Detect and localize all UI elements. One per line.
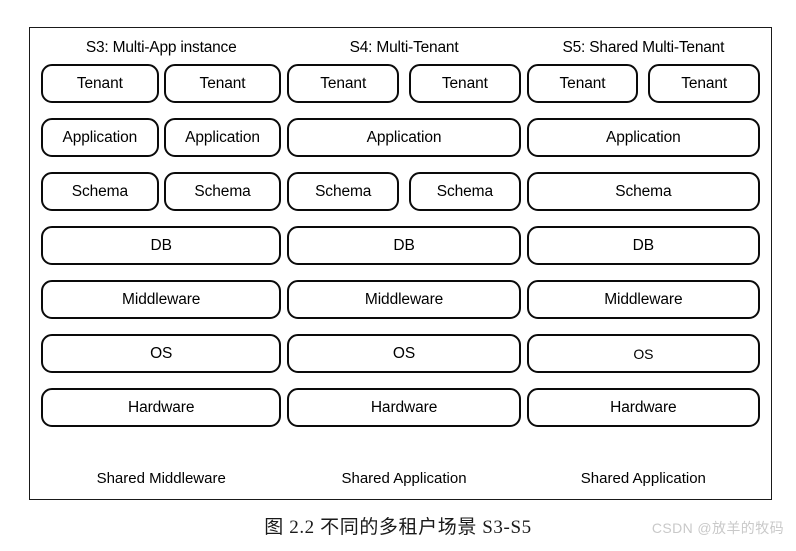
csdn-watermark: CSDN @放羊的牧码	[651, 520, 784, 536]
row-hardware-s3: Hardware	[41, 388, 282, 427]
box-db: DB	[41, 226, 282, 265]
row-os-s4: OS	[287, 334, 521, 373]
box-schema: Schema	[526, 172, 760, 211]
row-middleware-s4: Middleware	[287, 280, 521, 319]
row-application-s3: Application Application	[41, 118, 282, 157]
row-schema-s5: Schema	[526, 172, 760, 211]
box-schema: Schema	[287, 172, 400, 211]
box-schema: Schema	[163, 172, 282, 211]
box-application: Application	[287, 118, 521, 157]
box-tenant: Tenant	[526, 64, 639, 103]
box-application: Application	[163, 118, 282, 157]
row-tenant-s4: Tenant Tenant	[287, 64, 521, 103]
box-middleware: Middleware	[41, 280, 282, 319]
row-db-s5: DB	[526, 226, 760, 265]
box-application: Application	[526, 118, 760, 157]
box-middleware: Middleware	[526, 280, 760, 319]
box-hardware: Hardware	[287, 388, 521, 427]
row-os-s3: OS	[41, 334, 282, 373]
row-application-s5: Application	[526, 118, 760, 157]
box-os: OS	[41, 334, 282, 373]
column-footer-s5: Shared Application	[580, 470, 706, 487]
box-db: DB	[287, 226, 521, 265]
box-tenant: Tenant	[163, 64, 282, 103]
row-db-s3: DB	[41, 226, 282, 265]
stack-rows-s4: Tenant Tenant Application Schema Schema …	[287, 64, 521, 467]
box-os: OS	[526, 334, 760, 373]
scenario-columns: S3: Multi-App instance Tenant Tenant App…	[30, 28, 771, 499]
row-application-s4: Application	[287, 118, 521, 157]
scenario-column-s4: S4: Multi-Tenant Tenant Tenant Applicati…	[284, 38, 523, 493]
column-footer-s3: Shared Middleware	[96, 470, 226, 487]
scenario-column-s3: S3: Multi-App instance Tenant Tenant App…	[38, 38, 284, 493]
box-middleware: Middleware	[287, 280, 521, 319]
stack-rows-s3: Tenant Tenant Application Application Sc…	[41, 64, 282, 467]
row-schema-s4: Schema Schema	[287, 172, 521, 211]
stack-rows-s5: Tenant Tenant Application Schema DB Midd…	[526, 64, 760, 467]
row-tenant-s3: Tenant Tenant	[41, 64, 282, 103]
row-tenant-s5: Tenant Tenant	[526, 64, 760, 103]
box-schema: Schema	[41, 172, 159, 211]
row-middleware-s5: Middleware	[526, 280, 760, 319]
box-hardware: Hardware	[41, 388, 282, 427]
row-db-s4: DB	[287, 226, 521, 265]
box-tenant: Tenant	[287, 64, 400, 103]
box-hardware: Hardware	[526, 388, 760, 427]
box-application: Application	[41, 118, 159, 157]
column-title-s5: S5: Shared Multi-Tenant	[562, 39, 725, 56]
box-schema: Schema	[409, 172, 521, 211]
box-tenant: Tenant	[648, 64, 760, 103]
row-hardware-s4: Hardware	[287, 388, 521, 427]
box-db: DB	[526, 226, 760, 265]
row-middleware-s3: Middleware	[41, 280, 282, 319]
column-footer-s4: Shared Application	[341, 470, 467, 487]
column-title-s4: S4: Multi-Tenant	[349, 39, 459, 56]
figure-frame: S3: Multi-App instance Tenant Tenant App…	[29, 27, 772, 500]
row-schema-s3: Schema Schema	[41, 172, 282, 211]
box-tenant: Tenant	[409, 64, 521, 103]
row-os-s5: OS	[526, 334, 760, 373]
scenario-column-s5: S5: Shared Multi-Tenant Tenant Tenant Ap…	[524, 38, 763, 493]
row-hardware-s5: Hardware	[526, 388, 760, 427]
box-os: OS	[287, 334, 521, 373]
column-title-s3: S3: Multi-App instance	[85, 39, 237, 56]
box-tenant: Tenant	[41, 64, 159, 103]
